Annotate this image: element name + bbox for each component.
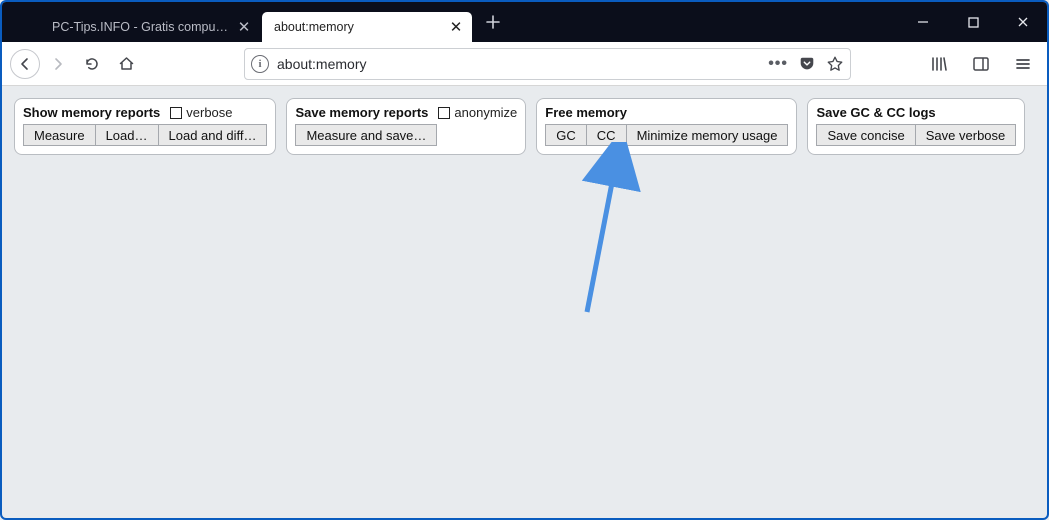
- home-button[interactable]: [110, 48, 142, 80]
- minimize-button[interactable]: [909, 8, 937, 36]
- panel-save-logs: Save GC & CC logs Save concise Save verb…: [807, 98, 1025, 155]
- checkbox-icon: [170, 107, 182, 119]
- tab-strip: PC-Tips.INFO - Gratis computer tips ✕ ab…: [2, 2, 506, 42]
- page-content: Show memory reports verbose Measure Load…: [2, 86, 1047, 167]
- page-actions-icon[interactable]: •••: [768, 55, 788, 73]
- checkbox-label: anonymize: [454, 105, 517, 120]
- info-icon[interactable]: i: [251, 55, 269, 73]
- library-icon[interactable]: [923, 48, 955, 80]
- tab-inactive[interactable]: PC-Tips.INFO - Gratis computer tips ✕: [40, 12, 260, 42]
- pocket-icon[interactable]: [798, 55, 816, 73]
- measure-save-button[interactable]: Measure and save…: [295, 124, 437, 146]
- checkbox-label: verbose: [186, 105, 232, 120]
- toolbar-right: [873, 48, 1039, 80]
- menu-icon[interactable]: [1007, 48, 1039, 80]
- load-diff-button[interactable]: Load and diff…: [159, 124, 268, 146]
- maximize-button[interactable]: [959, 8, 987, 36]
- url-bar[interactable]: i about:memory •••: [244, 48, 851, 80]
- tab-title: PC-Tips.INFO - Gratis computer tips: [52, 20, 230, 34]
- panel-save-memory: Save memory reports anonymize Measure an…: [286, 98, 526, 155]
- panel-title: Show memory reports: [23, 105, 160, 120]
- forward-button[interactable]: [42, 48, 74, 80]
- browser-window: PC-Tips.INFO - Gratis computer tips ✕ ab…: [0, 0, 1049, 520]
- url-text: about:memory: [275, 56, 762, 72]
- window-controls: [909, 2, 1047, 42]
- tab-active[interactable]: about:memory ✕: [262, 12, 472, 42]
- back-button[interactable]: [10, 49, 40, 79]
- sidebar-icon[interactable]: [965, 48, 997, 80]
- panel-title: Save memory reports: [295, 105, 428, 120]
- close-icon[interactable]: ✕: [236, 19, 252, 35]
- toolbar: i about:memory •••: [2, 42, 1047, 86]
- title-bar: PC-Tips.INFO - Gratis computer tips ✕ ab…: [2, 2, 1047, 42]
- save-concise-button[interactable]: Save concise: [816, 124, 915, 146]
- close-icon[interactable]: ✕: [448, 19, 464, 35]
- load-button[interactable]: Load…: [96, 124, 159, 146]
- annotation-arrow: [562, 142, 662, 322]
- panel-show-memory: Show memory reports verbose Measure Load…: [14, 98, 276, 155]
- panel-title: Save GC & CC logs: [816, 105, 935, 120]
- panel-free-memory: Free memory GC CC Minimize memory usage: [536, 98, 797, 155]
- anonymize-checkbox[interactable]: anonymize: [438, 105, 517, 120]
- star-icon[interactable]: [826, 55, 844, 73]
- cc-button[interactable]: CC: [587, 124, 627, 146]
- new-tab-button[interactable]: [480, 9, 506, 35]
- url-actions: •••: [768, 55, 844, 73]
- window-close-button[interactable]: [1009, 8, 1037, 36]
- minimize-memory-button[interactable]: Minimize memory usage: [627, 124, 789, 146]
- save-verbose-button[interactable]: Save verbose: [916, 124, 1017, 146]
- checkbox-icon: [438, 107, 450, 119]
- measure-button[interactable]: Measure: [23, 124, 96, 146]
- tab-title: about:memory: [274, 20, 442, 34]
- gc-button[interactable]: GC: [545, 124, 587, 146]
- verbose-checkbox[interactable]: verbose: [170, 105, 232, 120]
- reload-button[interactable]: [76, 48, 108, 80]
- panel-title: Free memory: [545, 105, 627, 120]
